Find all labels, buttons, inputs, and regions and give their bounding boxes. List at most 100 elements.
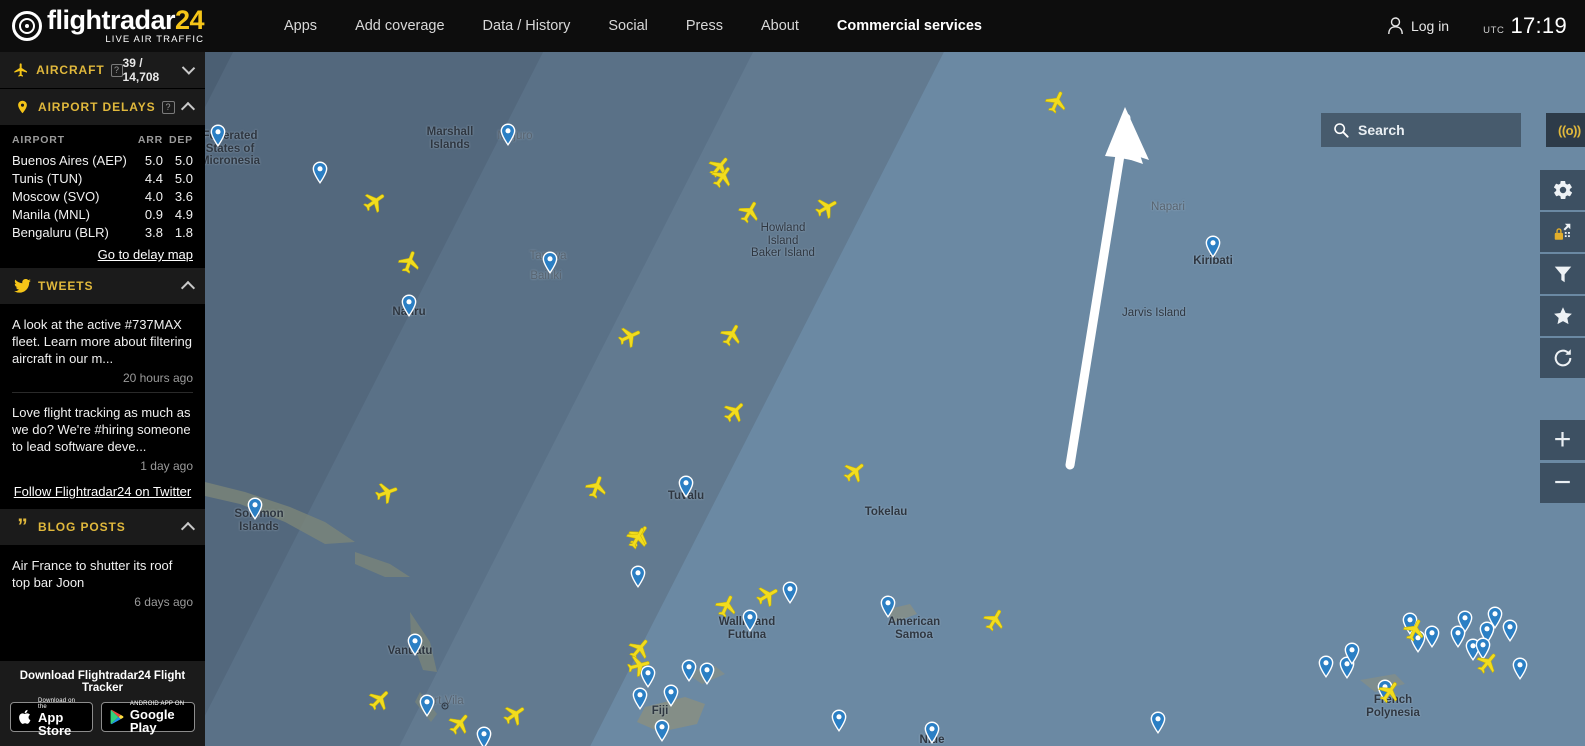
- col-header-airport: AIRPORT: [12, 134, 65, 146]
- panel-header-blog-posts[interactable]: ” BLOG POSTS: [0, 509, 205, 546]
- chevron-up-icon[interactable]: [180, 280, 196, 296]
- delay-arr: 4.4: [144, 170, 163, 186]
- filter-button[interactable]: [1540, 254, 1585, 294]
- delay-dep: 3.6: [174, 188, 193, 204]
- airport-pin-marker[interactable]: [1318, 655, 1335, 678]
- delay-airport: Tunis (TUN): [12, 170, 83, 186]
- airport-pin-marker[interactable]: [1502, 619, 1519, 642]
- airport-delays-body: AIRPORT ARR DEP Buenos Aires (AEP) 5.0 5…: [0, 126, 205, 268]
- nav-item-social[interactable]: Social: [589, 0, 667, 52]
- tweet-text: A look at the active #737MAX fleet. Lear…: [12, 317, 192, 366]
- refresh-button[interactable]: [1540, 338, 1585, 378]
- airport-pin-marker[interactable]: [663, 684, 680, 707]
- utc-label: UTC: [1483, 25, 1505, 36]
- airport-pin-marker[interactable]: [1205, 235, 1222, 258]
- airport-pin-marker[interactable]: [312, 161, 329, 184]
- list-item[interactable]: Love flight tracking as much as we do? W…: [12, 393, 193, 480]
- airport-pin-marker[interactable]: [401, 294, 418, 317]
- tweet-text: Love flight tracking as much as we do? W…: [12, 405, 191, 454]
- airport-pin-marker[interactable]: [500, 123, 517, 146]
- airport-pin-marker[interactable]: [924, 721, 941, 744]
- brand-logo[interactable]: flightradar24 LIVE AIR TRAFFIC: [0, 0, 205, 52]
- panel-header-airport-delays[interactable]: AIRPORT DELAYS ?: [0, 89, 205, 126]
- google-play-label: Google Play: [129, 706, 175, 735]
- quote-icon: ”: [17, 515, 27, 538]
- list-item[interactable]: Air France to shutter its roof top bar J…: [12, 546, 193, 616]
- tweet-time: 1 day ago: [140, 459, 193, 473]
- airport-pin-marker[interactable]: [407, 633, 424, 656]
- table-row[interactable]: Buenos Aires (AEP) 5.0 5.0: [12, 151, 193, 169]
- google-play-small-label: ANDROID APP ON: [129, 700, 185, 707]
- user-icon: [1388, 17, 1403, 35]
- star-icon: [1553, 307, 1572, 325]
- panel-header-aircraft[interactable]: AIRCRAFT ? 39 / 14,708: [0, 52, 205, 89]
- help-icon-aircraft[interactable]: ?: [110, 63, 123, 77]
- airport-pin-marker[interactable]: [678, 475, 695, 498]
- panel-header-tweets[interactable]: TWEETS: [0, 268, 205, 305]
- signal-icon: ((o)): [1558, 122, 1581, 138]
- store-badges: Download on the App Store ANDROID APP ON…: [10, 698, 195, 737]
- nav-item-about[interactable]: About: [742, 0, 818, 52]
- map-pin-icon: [12, 98, 32, 116]
- apple-icon: [19, 709, 32, 725]
- delay-arr: 0.9: [144, 206, 163, 222]
- airport-pin-marker[interactable]: [654, 719, 671, 742]
- map-zoom-controls: + −: [1540, 420, 1585, 506]
- chevron-down-icon[interactable]: [181, 61, 196, 75]
- airport-pin-marker[interactable]: [210, 124, 227, 147]
- delay-arr: 4.0: [144, 188, 163, 204]
- nav-item-press[interactable]: Press: [667, 0, 742, 52]
- zoom-out-button[interactable]: −: [1540, 463, 1585, 503]
- airport-pin-marker[interactable]: [1150, 711, 1167, 734]
- nav-item-data-history[interactable]: Data / History: [464, 0, 590, 52]
- nav-item-apps[interactable]: Apps: [265, 0, 336, 52]
- airport-pin-marker[interactable]: [699, 662, 716, 685]
- zoom-in-button[interactable]: +: [1540, 420, 1585, 460]
- nav-item-commercial-services[interactable]: Commercial services: [818, 0, 1001, 52]
- airport-pin-marker[interactable]: [1512, 657, 1529, 680]
- airport-pin-marker[interactable]: [681, 659, 698, 682]
- nav-item-add-coverage[interactable]: Add coverage: [336, 0, 463, 52]
- list-item[interactable]: A look at the active #737MAX fleet. Lear…: [12, 305, 193, 393]
- google-play-icon: [110, 709, 124, 725]
- login-button[interactable]: Log in: [1387, 17, 1449, 35]
- refresh-icon: [1554, 349, 1571, 367]
- airport-pin-marker[interactable]: [476, 726, 493, 746]
- go-to-delay-map-link[interactable]: Go to delay map: [12, 247, 193, 262]
- brand-number: 24: [175, 5, 205, 36]
- flight-map[interactable]: Federated States of Micronesia Marshall Isl…: [205, 52, 1585, 746]
- brand-wordmark: flightradar24 LIVE AIR TRAFFIC: [47, 5, 205, 45]
- airport-pin-marker[interactable]: [742, 609, 759, 632]
- airport-pin-marker[interactable]: [542, 251, 559, 274]
- google-play-button[interactable]: ANDROID APP ON Google Play: [100, 700, 195, 735]
- delay-dep: 1.8: [174, 224, 193, 240]
- airport-pin-marker[interactable]: [419, 694, 436, 717]
- airplane-icon: [12, 62, 30, 78]
- follow-twitter-link[interactable]: Follow Flightradar24 on Twitter: [12, 480, 193, 509]
- flightradar24-app: flightradar24 LIVE AIR TRAFFIC Apps Add …: [0, 0, 1585, 746]
- delay-arr: 3.8: [144, 224, 163, 240]
- table-row[interactable]: Manila (MNL) 0.9 4.9: [12, 205, 193, 223]
- playback-lock-button[interactable]: [1540, 212, 1585, 252]
- chevron-up-icon[interactable]: [180, 521, 196, 537]
- delay-dep: 4.9: [174, 206, 193, 222]
- chevron-up-icon[interactable]: [180, 101, 196, 117]
- airport-pin-marker[interactable]: [1344, 642, 1361, 665]
- airport-pin-marker[interactable]: [632, 687, 649, 710]
- table-row[interactable]: Bengaluru (BLR) 3.8 1.8: [12, 223, 193, 241]
- brand-name: flightradar: [47, 5, 176, 36]
- airport-pin-marker[interactable]: [247, 497, 264, 520]
- map-view-dropdown[interactable]: ((o)) Map view (default): [1546, 113, 1585, 147]
- airport-pin-marker[interactable]: [880, 595, 897, 618]
- search-input[interactable]: Search: [1321, 113, 1521, 147]
- airport-pin-marker[interactable]: [630, 565, 647, 588]
- table-row[interactable]: Tunis (TUN) 4.4 5.0: [12, 169, 193, 187]
- favorites-button[interactable]: [1540, 296, 1585, 336]
- airport-pin-marker[interactable]: [831, 709, 848, 732]
- airport-pin-marker[interactable]: [1450, 625, 1467, 648]
- table-row[interactable]: Moscow (SVO) 4.0 3.6: [12, 187, 193, 205]
- col-header-arr: ARR: [137, 134, 163, 146]
- settings-button[interactable]: [1540, 170, 1585, 210]
- app-store-button[interactable]: Download on the App Store: [10, 698, 93, 737]
- help-icon-delays[interactable]: ?: [161, 100, 175, 114]
